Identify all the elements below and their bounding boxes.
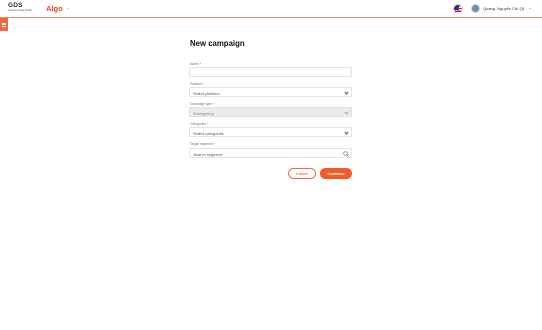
name-label: Name *	[190, 62, 201, 66]
campaign-type-value: Retargeting	[193, 110, 214, 116]
menu-toggle-button[interactable]	[0, 18, 8, 31]
user-name[interactable]: Quang. Nguyễn Chí (3)	[483, 6, 524, 11]
chevron-down-icon	[344, 90, 349, 95]
target-segment-placeholder: Search segment	[193, 151, 223, 157]
categories-placeholder: Select categories	[193, 130, 224, 136]
gds-logo[interactable]: GDS Growing Data Studio	[8, 2, 32, 13]
page-title: New campaign	[190, 39, 245, 48]
platform-label: Platform *	[190, 82, 205, 86]
cancel-button[interactable]: Cancel	[288, 168, 316, 179]
platform-placeholder: Select platform	[193, 90, 220, 96]
search-icon[interactable]	[342, 151, 349, 157]
categories-select[interactable]: Select categories	[189, 127, 352, 137]
platform-select[interactable]: Select platform	[189, 87, 352, 97]
target-segment-search-input[interactable]: Search segment	[189, 148, 352, 158]
language-flag-icon[interactable]	[453, 4, 463, 14]
categories-label: Categories *	[190, 122, 209, 126]
top-bar: GDS Growing Data Studio Algo ⌄ Quang. Ng…	[0, 0, 542, 18]
name-input[interactable]	[189, 67, 352, 77]
continue-button[interactable]: Continue	[320, 168, 352, 179]
hamburger-icon	[1, 22, 7, 27]
chevron-down-icon	[344, 130, 349, 135]
logo-subtext: Growing Data Studio	[8, 9, 32, 12]
app-switcher-label[interactable]: Algo	[46, 4, 63, 13]
campaign-type-label: Campaign type *	[190, 102, 215, 106]
target-segment-label: Target segment *	[190, 142, 215, 146]
user-menu-chevron-icon[interactable]: ⌄	[528, 5, 532, 11]
app-switcher-chevron-icon[interactable]: ⌄	[66, 5, 70, 11]
campaign-type-select: Retargeting	[189, 107, 352, 117]
user-avatar[interactable]	[471, 4, 480, 13]
chevron-down-icon	[344, 110, 349, 115]
